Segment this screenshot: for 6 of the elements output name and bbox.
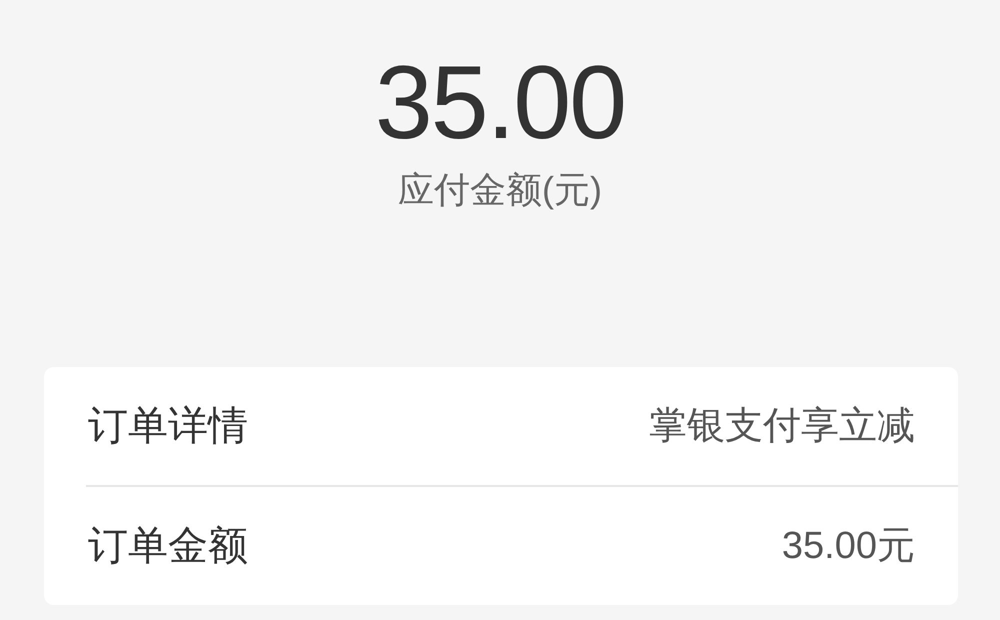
row-label: 订单金额 xyxy=(88,523,248,570)
amount-due: 35.00 xyxy=(374,51,626,155)
row-label: 订单详情 xyxy=(88,403,248,450)
amount-due-label: 应付金额(元) xyxy=(398,168,602,212)
row-value: 35.00元 xyxy=(782,524,915,569)
row-value: 掌银支付享立减 xyxy=(649,404,915,449)
